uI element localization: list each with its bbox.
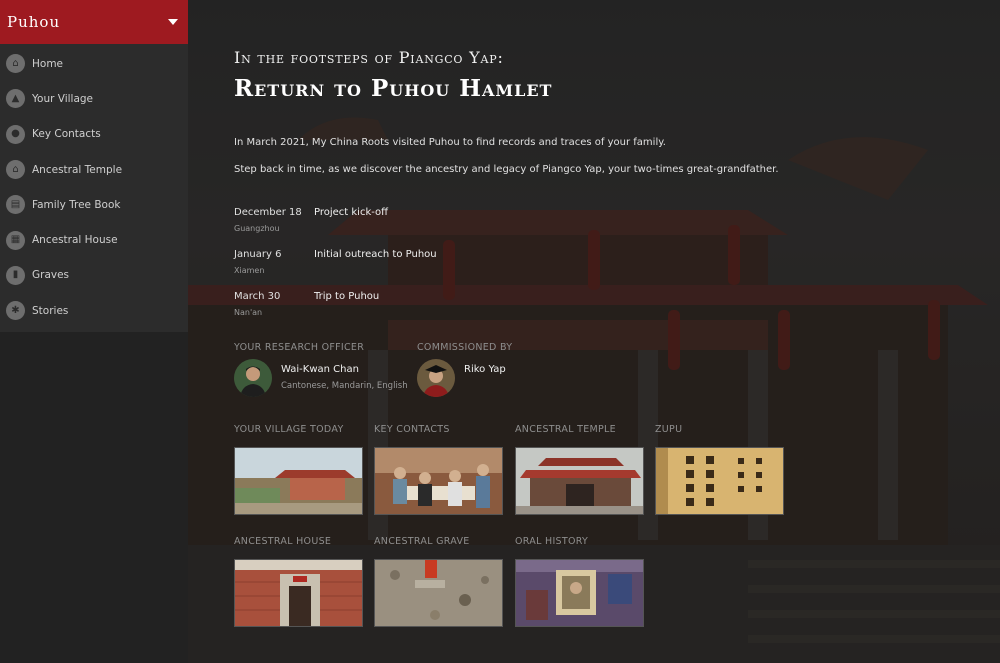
brand-name: Puhou bbox=[7, 13, 61, 31]
timeline-place: Nan'an bbox=[234, 308, 263, 317]
sidebar-item-label: Stories bbox=[32, 304, 69, 317]
sidebar: Puhou ⌂ Home ▲ Your Village ● Key Contac… bbox=[0, 0, 188, 663]
sidebar-item-ancestral-temple[interactable]: ⌂ Ancestral Temple bbox=[0, 152, 188, 187]
timeline-event: Project kick-off bbox=[314, 207, 389, 218]
commissioner-name: Riko Yap bbox=[464, 364, 506, 375]
timeline-date: January 6 bbox=[234, 249, 282, 260]
intro-text-2: Step back in time, as we discover the an… bbox=[234, 164, 779, 175]
sidebar-item-label: Your Village bbox=[32, 92, 94, 105]
chevron-down-icon[interactable] bbox=[168, 19, 178, 25]
oral-history-thumbnail[interactable] bbox=[515, 559, 644, 627]
sidebar-item-family-tree-book[interactable]: ▤ Family Tree Book bbox=[0, 187, 188, 222]
timeline: December 18 Guangzhou Project kick-off J… bbox=[234, 207, 634, 333]
sidebar-item-label: Graves bbox=[32, 269, 70, 282]
ancestral-house-thumbnail[interactable] bbox=[234, 559, 363, 627]
sidebar-item-label: Ancestral House bbox=[32, 234, 118, 247]
ancestral-grave-thumbnail[interactable] bbox=[374, 559, 503, 627]
sidebar-item-stories[interactable]: ✱ Stories bbox=[0, 293, 188, 328]
research-officer-name: Wai-Kwan Chan bbox=[281, 364, 359, 375]
book-icon: ▤ bbox=[6, 195, 25, 215]
house-icon: ▦ bbox=[6, 230, 25, 250]
people-section: Your research officer Wai-Kwan Chan Cant… bbox=[234, 342, 834, 402]
avatar[interactable] bbox=[234, 359, 272, 397]
research-officer-languages: Cantonese, Mandarin, English bbox=[281, 381, 408, 391]
research-officer-label: Your research officer bbox=[234, 342, 365, 353]
tile-label: Oral history bbox=[515, 536, 589, 547]
timeline-date: December 18 bbox=[234, 207, 302, 218]
sidebar-item-home[interactable]: ⌂ Home bbox=[0, 46, 188, 81]
sidebar-item-key-contacts[interactable]: ● Key Contacts bbox=[0, 117, 188, 152]
intro-text-1: In March 2021, My China Roots visited Pu… bbox=[234, 137, 666, 148]
timeline-date: March 30 bbox=[234, 291, 281, 302]
tile-label: Your village today bbox=[234, 424, 344, 435]
ancestral-temple-thumbnail[interactable] bbox=[515, 447, 644, 515]
village-icon: ▲ bbox=[6, 89, 25, 109]
sidebar-item-your-village[interactable]: ▲ Your Village bbox=[0, 81, 188, 116]
timeline-event: Trip to Puhou bbox=[314, 291, 380, 302]
timeline-place: Xiamen bbox=[234, 266, 265, 275]
village-thumbnail[interactable] bbox=[234, 447, 363, 515]
main-content: In the footsteps of Piangco Yap: Return … bbox=[188, 0, 1000, 663]
site-switcher[interactable]: Puhou bbox=[0, 0, 188, 44]
tile-label: Key contacts bbox=[374, 424, 450, 435]
avatar[interactable] bbox=[417, 359, 455, 397]
timeline-item: December 18 Guangzhou Project kick-off bbox=[234, 207, 634, 249]
timeline-event: Initial outreach to Puhou bbox=[314, 249, 437, 260]
timeline-item: January 6 Xiamen Initial outreach to Puh… bbox=[234, 249, 634, 291]
sidebar-nav: ⌂ Home ▲ Your Village ● Key Contacts ⌂ A… bbox=[0, 44, 188, 333]
timeline-item: March 30 Nan'an Trip to Puhou bbox=[234, 291, 634, 333]
page-eyebrow: In the footsteps of Piangco Yap: bbox=[234, 48, 504, 67]
contacts-icon: ● bbox=[6, 124, 25, 144]
tile-label: Ancestral temple bbox=[515, 424, 616, 435]
sidebar-item-label: Ancestral Temple bbox=[32, 163, 123, 176]
sidebar-item-label: Family Tree Book bbox=[32, 198, 121, 211]
home-icon: ⌂ bbox=[6, 54, 25, 74]
key-contacts-thumbnail[interactable] bbox=[374, 447, 503, 515]
grave-icon: ▮ bbox=[6, 265, 25, 285]
sidebar-item-graves[interactable]: ▮ Graves bbox=[0, 258, 188, 293]
timeline-place: Guangzhou bbox=[234, 224, 280, 233]
sidebar-item-ancestral-house[interactable]: ▦ Ancestral House bbox=[0, 222, 188, 257]
page-title: Return to Puhou Hamlet bbox=[234, 75, 553, 102]
tile-label: Ancestral grave bbox=[374, 536, 470, 547]
commissioned-by-label: Commissioned by bbox=[417, 342, 513, 353]
temple-icon: ⌂ bbox=[6, 160, 25, 180]
sidebar-item-label: Key Contacts bbox=[32, 128, 101, 141]
sidebar-item-label: Home bbox=[32, 57, 64, 70]
stories-icon: ✱ bbox=[6, 301, 25, 321]
tile-label: Zupu bbox=[655, 424, 683, 435]
tile-label: Ancestral house bbox=[234, 536, 332, 547]
zupu-thumbnail[interactable] bbox=[655, 447, 784, 515]
